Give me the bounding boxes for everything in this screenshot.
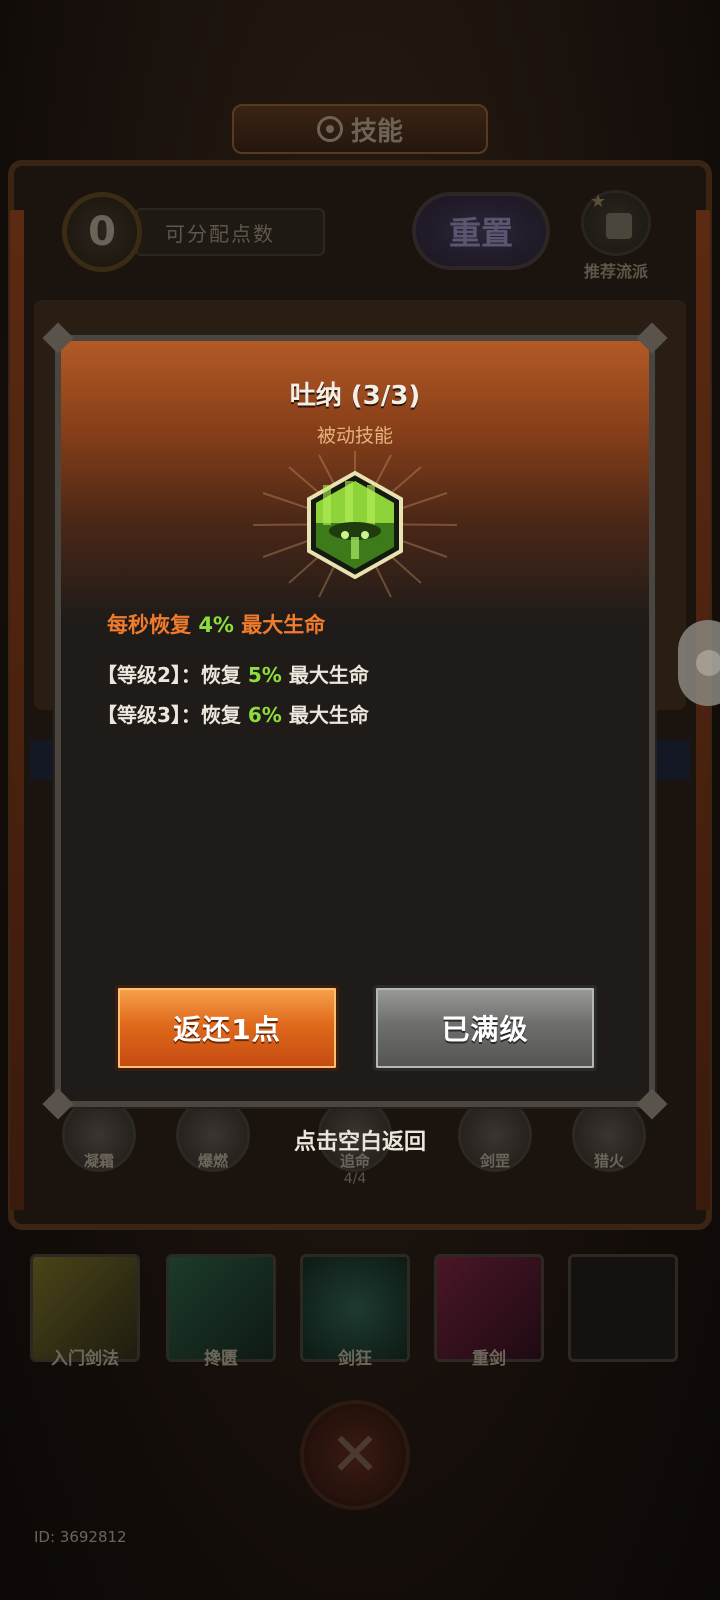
equipped-skill-name: 入门剑法 (51, 1349, 119, 1369)
equipped-skill-card[interactable]: 搀匮 (166, 1254, 276, 1369)
level-value: 5% (247, 663, 282, 687)
skill-node-count: 4/4 (343, 1171, 367, 1187)
skill-detail-dialog: 吐纳 (3/3) 被动技能 每秒恢复 4% 最大生命 【等级2】：恢复 5% 最… (42, 322, 668, 1120)
crossed-swords-icon[interactable]: ✕ (300, 1400, 410, 1510)
tap-to-close-hint[interactable]: 点击空白返回 (0, 1124, 720, 1156)
level-suffix: 最大生命 (281, 703, 369, 727)
level-2-effect: 【等级2】：恢复 5% 最大生命 (97, 659, 369, 688)
skill-hex-icon (307, 471, 403, 579)
points-label: 可分配点数 (135, 208, 325, 256)
available-points: 0 (62, 192, 142, 272)
screen-title: 技能 (350, 116, 403, 147)
refund-point-button[interactable]: 返还1点 (115, 985, 339, 1071)
skill-icon-area (251, 449, 459, 599)
equipped-skill-card[interactable]: 重剑 (434, 1254, 544, 1369)
level-value: 6% (247, 703, 282, 727)
screen-title-banner: 技能 (232, 104, 488, 154)
frame-pillar-left (10, 210, 24, 1210)
equipped-skill-bar: 入门剑法 搀匮 剑狂 重剑 (26, 1254, 696, 1374)
thumb-up-icon (581, 190, 651, 256)
level-suffix: 最大生命 (281, 663, 369, 687)
empty-skill-slot[interactable] (568, 1254, 678, 1362)
level-prefix: 【等级2】：恢复 (97, 663, 248, 687)
frame-pillar-right (696, 210, 710, 1210)
level-prefix: 【等级3】：恢复 (97, 703, 248, 727)
recommend-label: 推荐流派 (583, 262, 648, 281)
reset-button[interactable]: 重置 (412, 192, 550, 270)
current-effect: 每秒恢复 4% 最大生命 (107, 609, 325, 639)
effect-value: 4% (198, 613, 234, 637)
player-id: ID: 3692812 (34, 1528, 127, 1546)
equipped-skill-name: 重剑 (472, 1349, 506, 1369)
film-reel-icon (316, 116, 343, 142)
max-level-button[interactable]: 已满级 (373, 985, 597, 1071)
recommend-build-button[interactable]: 推荐流派 (568, 190, 664, 282)
equipped-skill-name: 剑狂 (338, 1349, 372, 1369)
equipped-skill-name: 搀匮 (204, 1349, 238, 1369)
level-3-effect: 【等级3】：恢复 6% 最大生命 (97, 699, 369, 728)
skill-title: 吐纳 (3/3) (289, 381, 421, 411)
floating-assist-button[interactable] (678, 620, 720, 706)
effect-suffix: 最大生命 (233, 613, 326, 637)
effect-prefix: 每秒恢复 (107, 613, 199, 637)
equipped-skill-card[interactable]: 入门剑法 (30, 1254, 140, 1369)
skill-type: 被动技能 (316, 425, 393, 447)
equipped-skill-card[interactable]: 剑狂 (300, 1254, 410, 1369)
